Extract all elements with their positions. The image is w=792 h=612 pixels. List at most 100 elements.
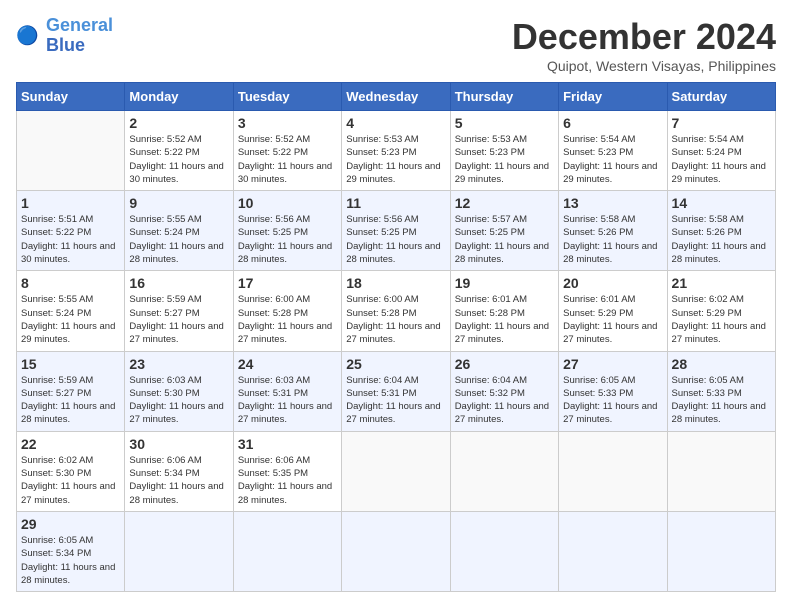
weekday-header: Monday xyxy=(125,83,233,111)
calendar-cell: 1 Sunrise: 5:51 AMSunset: 5:22 PMDayligh… xyxy=(17,191,125,271)
day-info: Sunrise: 6:03 AMSunset: 5:31 PMDaylight:… xyxy=(238,374,337,427)
day-info: Sunrise: 5:55 AMSunset: 5:24 PMDaylight:… xyxy=(21,293,120,346)
day-info: Sunrise: 5:56 AMSunset: 5:25 PMDaylight:… xyxy=(238,213,337,266)
day-number: 5 xyxy=(455,115,554,131)
day-info: Sunrise: 6:06 AMSunset: 5:35 PMDaylight:… xyxy=(238,454,337,507)
day-info: Sunrise: 5:56 AMSunset: 5:25 PMDaylight:… xyxy=(346,213,445,266)
day-number: 29 xyxy=(21,516,120,532)
day-info: Sunrise: 5:58 AMSunset: 5:26 PMDaylight:… xyxy=(672,213,771,266)
calendar-cell: 24 Sunrise: 6:03 AMSunset: 5:31 PMDaylig… xyxy=(233,351,341,431)
day-info: Sunrise: 5:59 AMSunset: 5:27 PMDaylight:… xyxy=(21,374,120,427)
day-number: 12 xyxy=(455,195,554,211)
day-number: 7 xyxy=(672,115,771,131)
day-info: Sunrise: 5:59 AMSunset: 5:27 PMDaylight:… xyxy=(129,293,228,346)
day-info: Sunrise: 5:52 AMSunset: 5:22 PMDaylight:… xyxy=(129,133,228,186)
calendar-cell: 6 Sunrise: 5:54 AMSunset: 5:23 PMDayligh… xyxy=(559,111,667,191)
calendar-week-row: 2 Sunrise: 5:52 AMSunset: 5:22 PMDayligh… xyxy=(17,111,776,191)
logo-icon: 🔵 xyxy=(16,22,44,50)
header: 🔵 GeneralBlue December 2024 Quipot, West… xyxy=(16,16,776,74)
calendar-cell: 7 Sunrise: 5:54 AMSunset: 5:24 PMDayligh… xyxy=(667,111,775,191)
calendar-cell: 20 Sunrise: 6:01 AMSunset: 5:29 PMDaylig… xyxy=(559,271,667,351)
day-info: Sunrise: 5:53 AMSunset: 5:23 PMDaylight:… xyxy=(455,133,554,186)
day-info: Sunrise: 5:58 AMSunset: 5:26 PMDaylight:… xyxy=(563,213,662,266)
calendar-cell xyxy=(17,111,125,191)
day-info: Sunrise: 5:54 AMSunset: 5:24 PMDaylight:… xyxy=(672,133,771,186)
calendar-cell xyxy=(342,511,450,591)
calendar-cell xyxy=(559,511,667,591)
day-info: Sunrise: 5:51 AMSunset: 5:22 PMDaylight:… xyxy=(21,213,120,266)
calendar-cell: 27 Sunrise: 6:05 AMSunset: 5:33 PMDaylig… xyxy=(559,351,667,431)
title-block: December 2024 Quipot, Western Visayas, P… xyxy=(512,16,776,74)
day-number: 26 xyxy=(455,356,554,372)
day-number: 28 xyxy=(672,356,771,372)
calendar-cell: 9 Sunrise: 5:55 AMSunset: 5:24 PMDayligh… xyxy=(125,191,233,271)
calendar-cell xyxy=(125,511,233,591)
day-number: 9 xyxy=(129,195,228,211)
calendar-week-row: 22 Sunrise: 6:02 AMSunset: 5:30 PMDaylig… xyxy=(17,431,776,511)
calendar-cell xyxy=(233,511,341,591)
day-number: 1 xyxy=(21,195,120,211)
day-number: 14 xyxy=(672,195,771,211)
calendar-cell: 12 Sunrise: 5:57 AMSunset: 5:25 PMDaylig… xyxy=(450,191,558,271)
calendar-cell: 8 Sunrise: 5:55 AMSunset: 5:24 PMDayligh… xyxy=(17,271,125,351)
calendar-cell xyxy=(667,511,775,591)
day-number: 25 xyxy=(346,356,445,372)
weekday-header: Wednesday xyxy=(342,83,450,111)
month-title: December 2024 xyxy=(512,16,776,58)
day-number: 30 xyxy=(129,436,228,452)
calendar-week-row: 29 Sunrise: 6:05 AMSunset: 5:34 PMDaylig… xyxy=(17,511,776,591)
day-info: Sunrise: 6:00 AMSunset: 5:28 PMDaylight:… xyxy=(238,293,337,346)
calendar-cell: 16 Sunrise: 5:59 AMSunset: 5:27 PMDaylig… xyxy=(125,271,233,351)
calendar-cell: 18 Sunrise: 6:00 AMSunset: 5:28 PMDaylig… xyxy=(342,271,450,351)
weekday-header: Sunday xyxy=(17,83,125,111)
day-info: Sunrise: 5:57 AMSunset: 5:25 PMDaylight:… xyxy=(455,213,554,266)
calendar-cell: 31 Sunrise: 6:06 AMSunset: 5:35 PMDaylig… xyxy=(233,431,341,511)
day-number: 23 xyxy=(129,356,228,372)
weekday-header: Friday xyxy=(559,83,667,111)
calendar-cell: 26 Sunrise: 6:04 AMSunset: 5:32 PMDaylig… xyxy=(450,351,558,431)
day-info: Sunrise: 6:03 AMSunset: 5:30 PMDaylight:… xyxy=(129,374,228,427)
day-info: Sunrise: 6:02 AMSunset: 5:30 PMDaylight:… xyxy=(21,454,120,507)
day-info: Sunrise: 6:01 AMSunset: 5:29 PMDaylight:… xyxy=(563,293,662,346)
weekday-header: Thursday xyxy=(450,83,558,111)
day-info: Sunrise: 5:52 AMSunset: 5:22 PMDaylight:… xyxy=(238,133,337,186)
day-number: 8 xyxy=(21,275,120,291)
day-number: 21 xyxy=(672,275,771,291)
weekday-header-row: SundayMondayTuesdayWednesdayThursdayFrid… xyxy=(17,83,776,111)
day-number: 11 xyxy=(346,195,445,211)
calendar-table: SundayMondayTuesdayWednesdayThursdayFrid… xyxy=(16,82,776,592)
day-number: 16 xyxy=(129,275,228,291)
day-number: 10 xyxy=(238,195,337,211)
day-number: 24 xyxy=(238,356,337,372)
calendar-cell xyxy=(450,431,558,511)
day-number: 13 xyxy=(563,195,662,211)
day-number: 31 xyxy=(238,436,337,452)
day-info: Sunrise: 6:02 AMSunset: 5:29 PMDaylight:… xyxy=(672,293,771,346)
location-title: Quipot, Western Visayas, Philippines xyxy=(512,58,776,74)
logo-text: GeneralBlue xyxy=(46,16,113,56)
day-number: 22 xyxy=(21,436,120,452)
day-info: Sunrise: 5:53 AMSunset: 5:23 PMDaylight:… xyxy=(346,133,445,186)
calendar-cell: 5 Sunrise: 5:53 AMSunset: 5:23 PMDayligh… xyxy=(450,111,558,191)
day-info: Sunrise: 6:01 AMSunset: 5:28 PMDaylight:… xyxy=(455,293,554,346)
day-number: 2 xyxy=(129,115,228,131)
calendar-cell: 2 Sunrise: 5:52 AMSunset: 5:22 PMDayligh… xyxy=(125,111,233,191)
day-info: Sunrise: 5:55 AMSunset: 5:24 PMDaylight:… xyxy=(129,213,228,266)
calendar-cell xyxy=(559,431,667,511)
calendar-cell: 4 Sunrise: 5:53 AMSunset: 5:23 PMDayligh… xyxy=(342,111,450,191)
logo: 🔵 GeneralBlue xyxy=(16,16,113,56)
calendar-cell: 22 Sunrise: 6:02 AMSunset: 5:30 PMDaylig… xyxy=(17,431,125,511)
calendar-cell: 13 Sunrise: 5:58 AMSunset: 5:26 PMDaylig… xyxy=(559,191,667,271)
calendar-cell xyxy=(450,511,558,591)
calendar-cell: 14 Sunrise: 5:58 AMSunset: 5:26 PMDaylig… xyxy=(667,191,775,271)
day-number: 19 xyxy=(455,275,554,291)
calendar-week-row: 8 Sunrise: 5:55 AMSunset: 5:24 PMDayligh… xyxy=(17,271,776,351)
weekday-header: Tuesday xyxy=(233,83,341,111)
svg-text:🔵: 🔵 xyxy=(16,24,39,45)
calendar-cell: 11 Sunrise: 5:56 AMSunset: 5:25 PMDaylig… xyxy=(342,191,450,271)
day-number: 27 xyxy=(563,356,662,372)
day-info: Sunrise: 6:04 AMSunset: 5:31 PMDaylight:… xyxy=(346,374,445,427)
calendar-cell: 15 Sunrise: 5:59 AMSunset: 5:27 PMDaylig… xyxy=(17,351,125,431)
calendar-cell: 25 Sunrise: 6:04 AMSunset: 5:31 PMDaylig… xyxy=(342,351,450,431)
day-number: 15 xyxy=(21,356,120,372)
